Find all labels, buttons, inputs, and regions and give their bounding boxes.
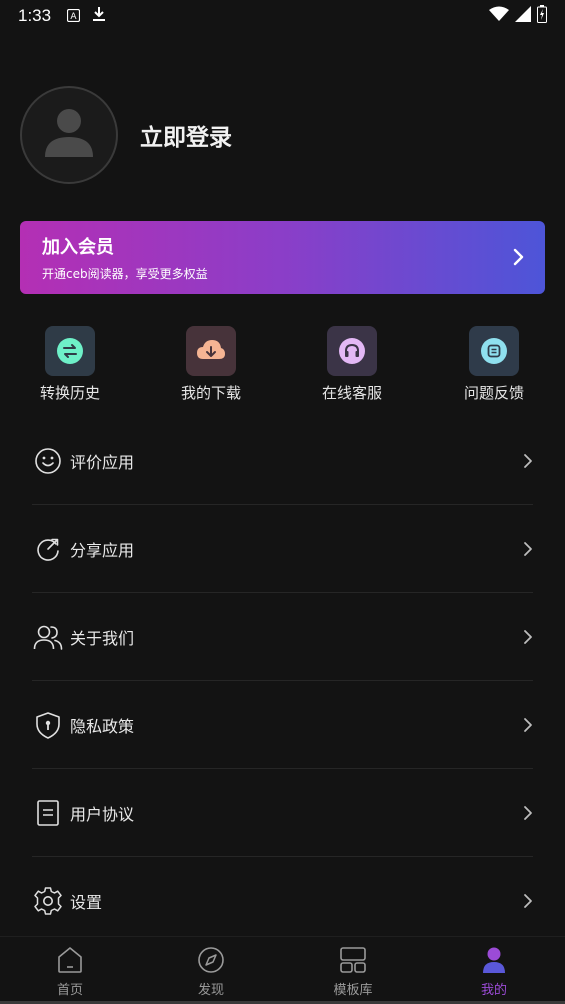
signal-icon bbox=[515, 6, 531, 26]
headset-icon bbox=[327, 326, 377, 376]
quick-action-label: 在线客服 bbox=[321, 384, 382, 402]
nav-tab-home[interactable]: 首页 bbox=[25, 945, 115, 998]
download-icon bbox=[92, 6, 106, 26]
chevron-right-icon bbox=[523, 717, 533, 737]
bottom-nav: 首页 发现 模板库 我的 bbox=[0, 936, 565, 1004]
nav-tab-discover[interactable]: 发现 bbox=[166, 945, 256, 998]
quick-action-convert-history[interactable]: 转换历史 bbox=[20, 326, 120, 403]
nav-tab-mine[interactable]: 我的 bbox=[449, 945, 539, 998]
smile-icon bbox=[32, 445, 64, 477]
convert-history-icon bbox=[45, 326, 95, 376]
quick-action-online-service[interactable]: 在线客服 bbox=[302, 326, 402, 403]
menu-item-label: 关于我们 bbox=[70, 628, 135, 648]
chevron-right-icon bbox=[513, 247, 525, 271]
chevron-right-icon bbox=[523, 805, 533, 825]
menu-item-settings[interactable]: 设置 bbox=[32, 857, 533, 945]
quick-actions: 转换历史 我的下载 在线客服 问题反馈 bbox=[0, 326, 565, 406]
status-bar: 1:33 A bbox=[0, 0, 565, 32]
chevron-right-icon bbox=[523, 629, 533, 649]
quick-action-feedback[interactable]: 问题反馈 bbox=[444, 326, 544, 403]
nav-label: 发现 bbox=[197, 983, 224, 998]
nav-label: 首页 bbox=[56, 983, 83, 998]
share-icon bbox=[32, 533, 64, 565]
menu-item-privacy-policy[interactable]: 隐私政策 bbox=[32, 681, 533, 769]
text-a-icon: A bbox=[66, 7, 81, 26]
template-icon bbox=[308, 945, 398, 975]
wifi-icon bbox=[489, 6, 509, 26]
quick-action-my-downloads[interactable]: 我的下载 bbox=[161, 326, 261, 403]
quick-action-label: 我的下载 bbox=[180, 384, 241, 402]
menu-item-label: 分享应用 bbox=[70, 540, 135, 560]
cloud-download-icon bbox=[186, 326, 236, 376]
users-icon bbox=[32, 621, 64, 653]
user-placeholder-icon bbox=[39, 103, 99, 167]
feedback-icon bbox=[469, 326, 519, 376]
login-button[interactable]: 立即登录 bbox=[140, 118, 232, 152]
gear-icon bbox=[32, 885, 64, 917]
chevron-right-icon bbox=[523, 893, 533, 913]
menu-item-about-us[interactable]: 关于我们 bbox=[32, 593, 533, 681]
menu-item-label: 评价应用 bbox=[70, 452, 135, 472]
avatar[interactable] bbox=[20, 86, 118, 184]
nav-tab-templates[interactable]: 模板库 bbox=[308, 945, 398, 998]
menu-item-label: 设置 bbox=[70, 893, 103, 912]
chevron-right-icon bbox=[523, 541, 533, 561]
quick-action-label: 问题反馈 bbox=[463, 384, 524, 402]
vip-banner[interactable]: 加入会员 开通ceb阅读器，享受更多权益 bbox=[20, 221, 545, 294]
compass-icon bbox=[166, 945, 256, 975]
menu-item-user-agreement[interactable]: 用户协议 bbox=[32, 769, 533, 857]
chevron-right-icon bbox=[523, 453, 533, 473]
vip-subtitle: 开通ceb阅读器，享受更多权益 bbox=[42, 267, 208, 281]
svg-text:A: A bbox=[71, 12, 78, 22]
menu-item-share-app[interactable]: 分享应用 bbox=[32, 505, 533, 593]
vip-title: 加入会员 bbox=[42, 237, 114, 258]
battery-charging-icon bbox=[537, 5, 547, 27]
profile-icon bbox=[449, 945, 539, 975]
status-time: 1:33 bbox=[18, 6, 52, 25]
document-icon bbox=[32, 797, 64, 829]
quick-action-label: 转换历史 bbox=[39, 384, 100, 402]
menu-item-label: 隐私政策 bbox=[70, 716, 135, 736]
menu-item-label: 用户协议 bbox=[70, 804, 135, 824]
menu-item-rate-app[interactable]: 评价应用 bbox=[32, 417, 533, 505]
profile-section[interactable]: 立即登录 bbox=[20, 86, 232, 184]
nav-label: 我的 bbox=[480, 983, 507, 998]
menu-list: 评价应用 分享应用 关于我们 隐私政策 用户协议 设置 bbox=[32, 417, 533, 945]
home-icon bbox=[25, 945, 115, 975]
nav-label: 模板库 bbox=[333, 983, 373, 998]
shield-icon bbox=[32, 709, 64, 741]
